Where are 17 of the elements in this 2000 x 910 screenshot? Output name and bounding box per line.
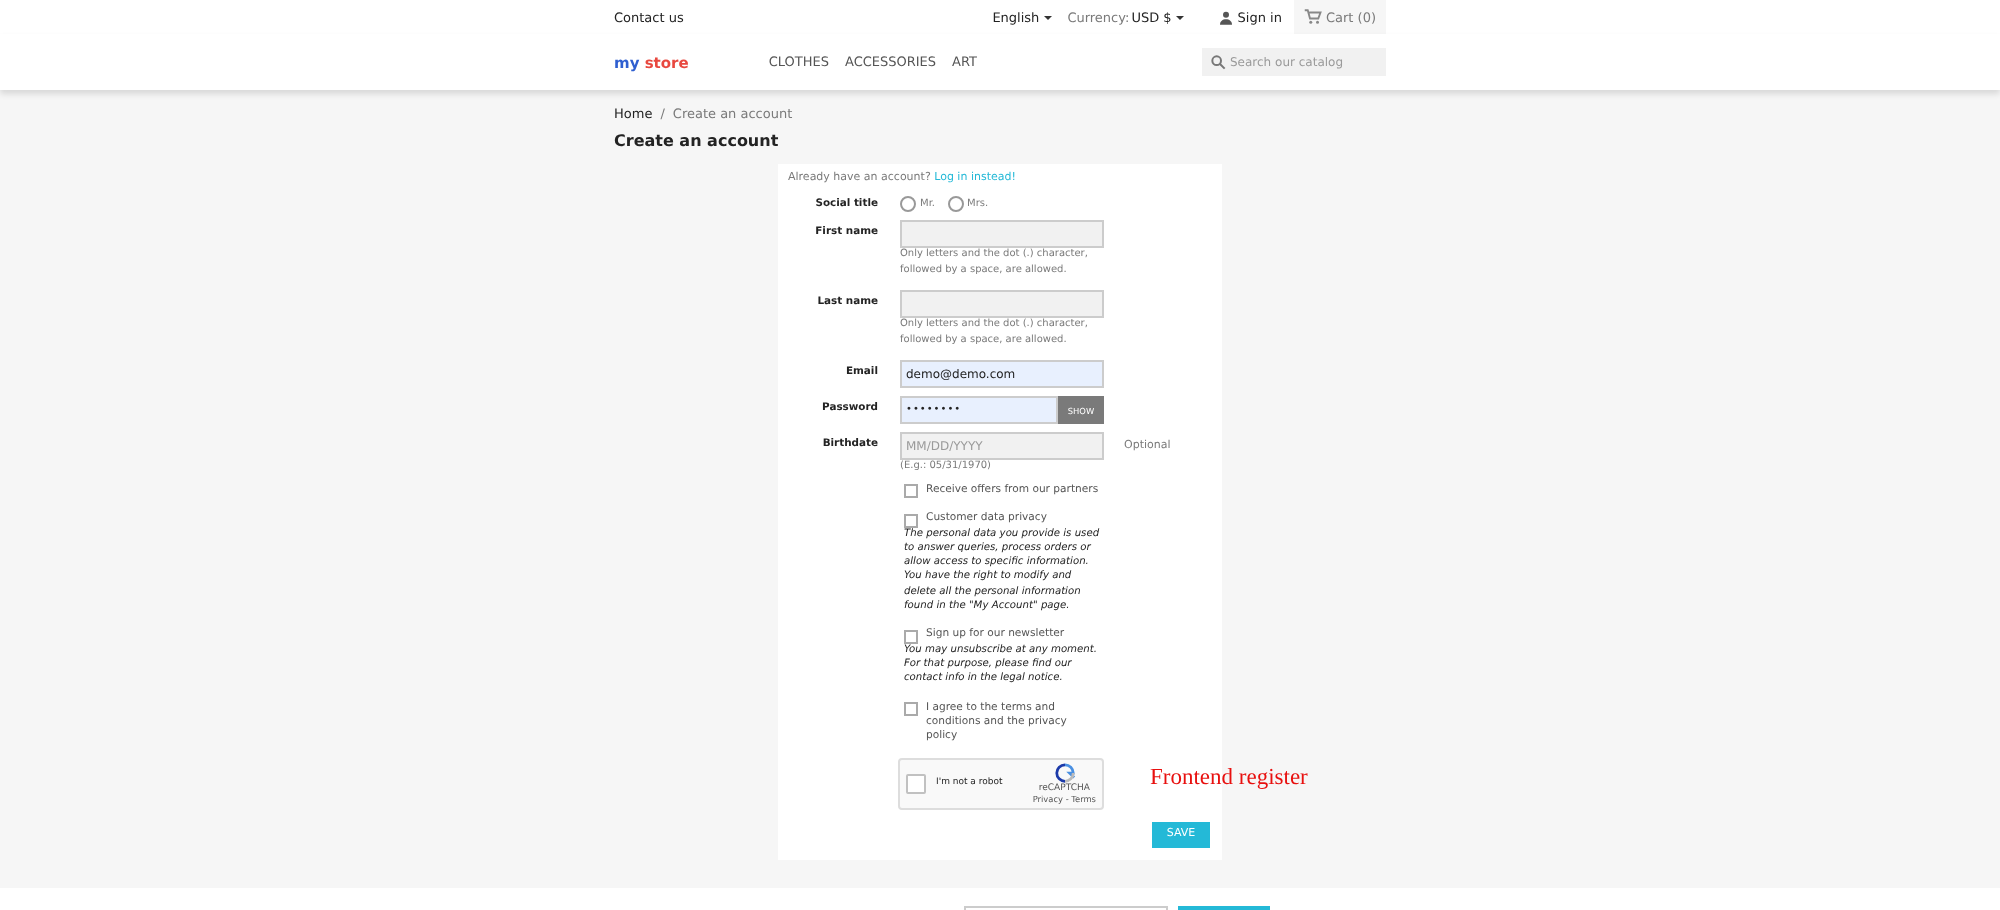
captcha-checkbox[interactable] <box>906 773 926 794</box>
checkbox[interactable] <box>904 484 918 498</box>
recaptcha-icon <box>1053 762 1076 785</box>
checkbox[interactable] <box>904 702 918 717</box>
cart-icon <box>1303 8 1322 26</box>
input-field[interactable] <box>900 290 1104 318</box>
input-field[interactable] <box>900 220 1104 248</box>
caret-icon <box>1043 15 1052 19</box>
checkbox[interactable] <box>904 513 918 527</box>
annotation-text: Frontend register <box>1150 766 1308 790</box>
radio-button[interactable] <box>900 196 916 212</box>
search-icon <box>1210 54 1226 70</box>
radio-button[interactable] <box>947 196 963 212</box>
page-title: Create an account <box>614 132 781 150</box>
checkbox[interactable] <box>904 629 918 644</box>
person-icon <box>1217 9 1234 25</box>
caret-icon <box>1175 15 1184 19</box>
